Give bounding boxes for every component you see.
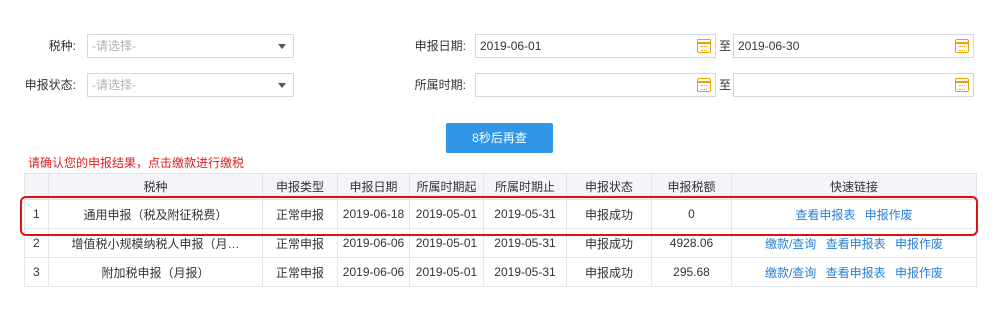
calendar-icon[interactable]	[697, 78, 711, 92]
period-label: 所属时期:	[414, 78, 466, 92]
column-header-type: 申报类型	[262, 173, 338, 200]
row-status: 申报成功	[566, 199, 652, 229]
row-date: 2019-06-06	[337, 257, 410, 287]
column-header-tax: 税种	[48, 173, 263, 200]
void-declaration-link[interactable]: 申报作废	[895, 266, 943, 280]
row-period-end: 2019-05-31	[483, 199, 567, 229]
table-header: 税种 申报类型 申报日期 所属时期起 所属时期止 申报状态 申报税额 快速链接	[24, 173, 977, 200]
row-tax: 通用申报（税及附征税费）	[48, 199, 263, 229]
tax-type-placeholder: -请选择-	[92, 39, 136, 53]
table-row: 1 通用申报（税及附征税费） 正常申报 2019-06-18 2019-05-0…	[24, 199, 977, 229]
column-header-date: 申报日期	[337, 173, 410, 200]
row-links: 缴款/查询 查看申报表 申报作废	[731, 228, 977, 258]
row-index: 2	[24, 228, 49, 258]
row-period-start: 2019-05-01	[409, 228, 484, 258]
row-period-start: 2019-05-01	[409, 257, 484, 287]
calendar-icon[interactable]	[955, 78, 969, 92]
declare-date-end-value: 2019-06-30	[738, 39, 800, 53]
column-header-status: 申报状态	[566, 173, 652, 200]
tax-type-select[interactable]: -请选择-	[87, 34, 294, 58]
table-row: 2 增值税小规模纳税人申报（月… 正常申报 2019-06-06 2019-05…	[24, 228, 977, 258]
declare-date-label: 申报日期:	[414, 39, 466, 53]
row-period-end: 2019-05-31	[483, 228, 567, 258]
void-declaration-link[interactable]: 申报作废	[895, 237, 943, 251]
period-start-input[interactable]	[475, 73, 716, 97]
row-date: 2019-06-18	[337, 199, 410, 229]
calendar-icon[interactable]	[697, 39, 711, 53]
chevron-down-icon	[278, 44, 286, 49]
column-header-index	[24, 173, 49, 200]
tax-type-label: 税种:	[48, 39, 76, 53]
status-select[interactable]: -请选择-	[87, 73, 294, 97]
declare-date-start-value: 2019-06-01	[480, 39, 542, 53]
status-label: 申报状态:	[24, 78, 76, 92]
declare-date-end-input[interactable]: 2019-06-30	[733, 34, 974, 58]
row-type: 正常申报	[262, 228, 338, 258]
void-declaration-link[interactable]: 申报作废	[865, 208, 913, 222]
row-index: 3	[24, 257, 49, 287]
declare-date-to-label: 至	[719, 39, 732, 53]
query-button[interactable]: 8秒后再查	[446, 123, 553, 153]
period-to-label: 至	[719, 78, 732, 92]
view-declaration-link[interactable]: 查看申报表	[826, 266, 886, 280]
row-type: 正常申报	[262, 257, 338, 287]
row-amount: 4928.06	[651, 228, 732, 258]
period-end-input[interactable]	[733, 73, 974, 97]
status-placeholder: -请选择-	[92, 78, 136, 92]
column-header-period-end: 所属时期止	[483, 173, 567, 200]
hint-text: 请确认您的申报结果，点击缴款进行缴税	[28, 156, 245, 170]
column-header-links: 快速链接	[731, 173, 977, 200]
row-amount: 0	[651, 199, 732, 229]
row-date: 2019-06-06	[337, 228, 410, 258]
row-status: 申报成功	[566, 228, 652, 258]
chevron-down-icon	[278, 83, 286, 88]
row-index: 1	[24, 199, 49, 229]
view-declaration-link[interactable]: 查看申报表	[795, 208, 855, 222]
column-header-period-start: 所属时期起	[409, 173, 484, 200]
pay-query-link[interactable]: 缴款/查询	[765, 237, 816, 251]
row-period-end: 2019-05-31	[483, 257, 567, 287]
pay-query-link[interactable]: 缴款/查询	[765, 266, 816, 280]
view-declaration-link[interactable]: 查看申报表	[826, 237, 886, 251]
row-links: 查看申报表 申报作废	[731, 199, 977, 229]
declare-date-start-input[interactable]: 2019-06-01	[475, 34, 716, 58]
column-header-amount: 申报税额	[651, 173, 732, 200]
table-row: 3 附加税申报（月报） 正常申报 2019-06-06 2019-05-01 2…	[24, 257, 977, 287]
row-links: 缴款/查询 查看申报表 申报作废	[731, 257, 977, 287]
row-tax: 附加税申报（月报）	[48, 257, 263, 287]
row-tax: 增值税小规模纳税人申报（月…	[48, 228, 263, 258]
row-amount: 295.68	[651, 257, 732, 287]
row-period-start: 2019-05-01	[409, 199, 484, 229]
row-status: 申报成功	[566, 257, 652, 287]
declaration-table: 税种 申报类型 申报日期 所属时期起 所属时期止 申报状态 申报税额 快速链接 …	[24, 173, 977, 287]
row-type: 正常申报	[262, 199, 338, 229]
calendar-icon[interactable]	[955, 39, 969, 53]
